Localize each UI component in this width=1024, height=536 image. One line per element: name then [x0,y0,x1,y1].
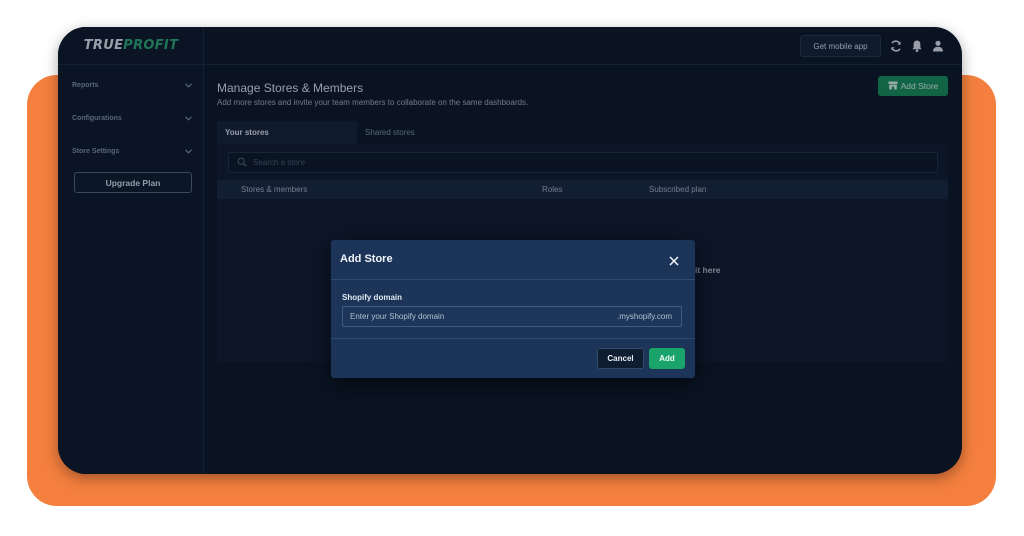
modal-title: Add Store [340,253,393,265]
shopify-domain-input[interactable]: Enter your Shopify domain .myshopify.com [342,306,682,327]
close-icon[interactable] [668,254,680,266]
modal-footer: Cancel Add [331,338,695,378]
modal-header: Add Store [331,240,695,280]
add-store-modal: Add Store Shopify domain Enter your Shop… [331,240,695,378]
domain-suffix: .myshopify.com [617,312,672,321]
cancel-button[interactable]: Cancel [597,348,644,369]
app-window: TRUE PROFIT Reports Configurations Store … [58,27,962,474]
add-button[interactable]: Add [649,348,685,369]
domain-placeholder: Enter your Shopify domain [350,312,445,321]
shopify-domain-label: Shopify domain [342,293,402,302]
